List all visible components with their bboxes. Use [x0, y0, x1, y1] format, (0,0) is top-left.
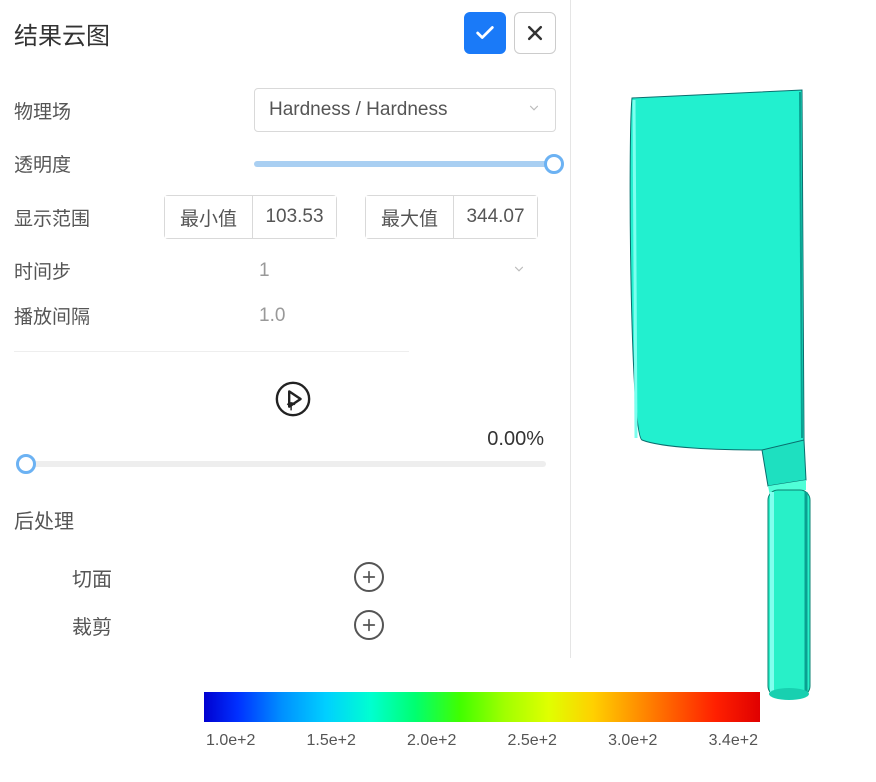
tick: 2.0e+2	[407, 732, 456, 750]
check-icon	[474, 22, 496, 44]
physics-select[interactable]: Hardness / Hardness	[254, 88, 556, 132]
transparency-row: 透明度	[14, 150, 556, 177]
colorbar-gradient	[204, 692, 760, 722]
play-button[interactable]	[274, 380, 312, 418]
tick: 1.5e+2	[307, 732, 356, 750]
physics-row: 物理场 Hardness / Hardness	[14, 88, 556, 132]
transparency-slider[interactable]	[254, 161, 556, 167]
timestep-label: 时间步	[14, 257, 164, 284]
physics-label: 物理场	[14, 97, 164, 124]
progress-slider[interactable]	[16, 461, 546, 467]
range-min-group: 最小值 103.53	[164, 195, 337, 239]
physics-value: Hardness / Hardness	[269, 99, 447, 121]
tick: 2.5e+2	[508, 732, 557, 750]
section-clip-row: 裁剪	[14, 610, 556, 640]
chevron-down-icon	[512, 260, 526, 282]
panel-title: 结果云图	[14, 16, 456, 51]
colorbar-ticks: 1.0e+2 1.5e+2 2.0e+2 2.5e+2 3.0e+2 3.4e+…	[204, 732, 760, 750]
chevron-down-icon	[527, 99, 541, 121]
confirm-button[interactable]	[464, 12, 506, 54]
section-clip-label: 裁剪	[72, 611, 282, 640]
range-max-group: 最大值 344.07	[365, 195, 538, 239]
tick: 3.0e+2	[608, 732, 657, 750]
range-max-input[interactable]: 344.07	[453, 195, 538, 239]
timestep-row: 时间步 1	[14, 257, 556, 284]
colorbar: 1.0e+2 1.5e+2 2.0e+2 2.5e+2 3.0e+2 3.4e+…	[204, 692, 760, 750]
timestep-select[interactable]: 1	[259, 260, 512, 282]
progress-percent: 0.00%	[14, 428, 556, 451]
model-viewport[interactable]	[570, 0, 876, 700]
postprocess-title: 后处理	[14, 505, 556, 534]
transparency-label: 透明度	[14, 150, 164, 177]
interval-input[interactable]: 1.0	[259, 305, 285, 327]
range-min-input[interactable]: 103.53	[252, 195, 337, 239]
close-icon	[525, 23, 545, 43]
tick: 1.0e+2	[206, 732, 255, 750]
play-icon	[274, 380, 312, 418]
range-max-label: 最大值	[365, 195, 453, 239]
progress-thumb[interactable]	[16, 454, 36, 474]
add-section-clip-button[interactable]	[354, 610, 384, 640]
knife-model	[622, 88, 838, 700]
range-min-label: 最小值	[164, 195, 252, 239]
close-button[interactable]	[514, 12, 556, 54]
panel-header: 结果云图	[14, 12, 556, 54]
interval-row: 播放间隔 1.0	[14, 302, 409, 352]
add-section-cut-button[interactable]	[354, 562, 384, 592]
results-panel: 结果云图 物理场 Hardness / Hardness 透明度 显示范围 最小…	[0, 0, 570, 658]
section-cut-label: 切面	[72, 563, 282, 592]
range-row: 显示范围 最小值 103.53 最大值 344.07	[14, 195, 556, 239]
transparency-thumb[interactable]	[544, 154, 564, 174]
tick: 3.4e+2	[709, 732, 758, 750]
plus-icon	[361, 617, 377, 633]
section-cut-row: 切面	[14, 562, 556, 592]
plus-icon	[361, 569, 377, 585]
interval-label: 播放间隔	[14, 302, 164, 329]
range-label: 显示范围	[14, 204, 164, 231]
